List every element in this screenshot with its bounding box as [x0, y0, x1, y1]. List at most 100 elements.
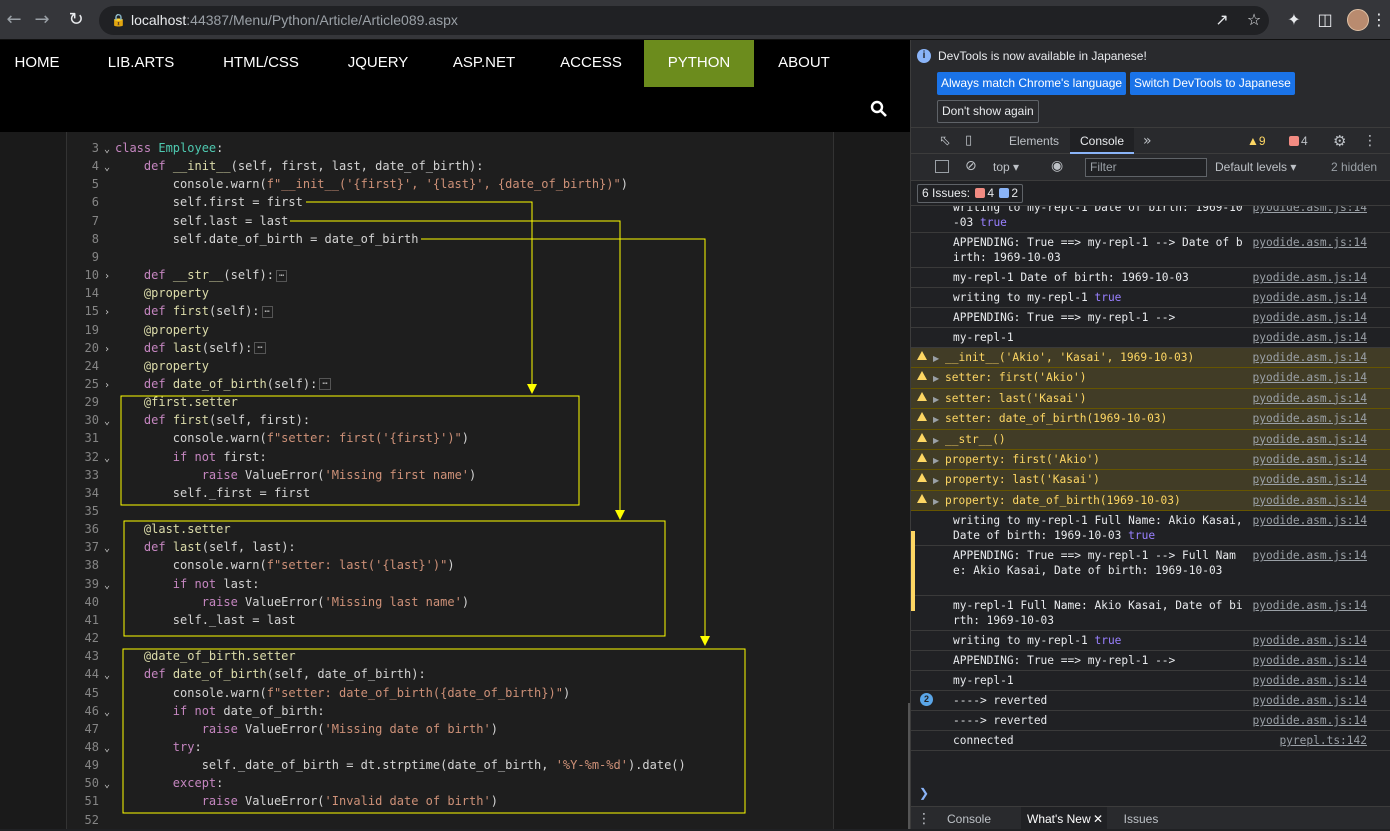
message-source-link[interactable]: pyodide.asm.js:14 — [1252, 270, 1367, 285]
forward-arrow-icon[interactable]: → — [30, 8, 54, 32]
address-bar[interactable]: 🔒 localhost:44387/Menu/Python/Article/Ar… — [99, 6, 1269, 35]
expand-triangle-icon[interactable]: ▶ — [933, 433, 939, 448]
message-source-link[interactable]: pyodide.asm.js:14 — [1252, 411, 1367, 426]
console-log[interactable]: writing to my-repl-1 true pyodide.asm.js:… — [911, 288, 1390, 308]
message-source-link[interactable]: pyodide.asm.js:14 — [1252, 673, 1367, 688]
expand-triangle-icon[interactable]: ▶ — [933, 392, 939, 407]
nav-access[interactable]: ACCESS — [552, 40, 630, 87]
nav-asp-net[interactable]: ASP.NET — [446, 40, 522, 87]
console-log[interactable]: writing to my-repl-1 Date of birth: 1969… — [911, 206, 1390, 233]
more-tabs-chevron-icon[interactable]: » — [1143, 128, 1157, 154]
switch-to-japanese-button[interactable]: Switch DevTools to Japanese — [1130, 72, 1295, 95]
search-icon[interactable] — [870, 100, 888, 118]
console-warning[interactable]: ▶ setter: date_of_birth(1969-10-03) pyodid… — [911, 409, 1390, 430]
console-log[interactable]: my-repl-1 pyodide.asm.js:14 — [911, 671, 1390, 692]
message-source-link[interactable]: pyrepl.ts:142 — [1279, 733, 1367, 748]
console-filter-input[interactable]: Filter — [1085, 158, 1207, 177]
message-source-link[interactable]: pyodide.asm.js:14 — [1252, 290, 1367, 305]
console-log[interactable]: writing to my-repl-1 true pyodide.asm.js:… — [911, 631, 1390, 652]
console-log[interactable]: my-repl-1 Full Name: Akio Kasai, Date of… — [911, 596, 1390, 632]
context-selector[interactable]: top ▾ — [993, 154, 1019, 181]
expand-triangle-icon[interactable]: ▶ — [933, 371, 939, 386]
console-log[interactable]: writing to my-repl-1 Full Name: Akio Kas… — [911, 511, 1390, 547]
issues-button[interactable]: 6 Issues: 4 2 — [917, 184, 1024, 203]
console-warning[interactable]: ▶ __str__() pyodide.asm.js:14 — [911, 429, 1390, 450]
console-log[interactable]: my-repl-1 Date of birth: 1969-10-03 pyodi… — [911, 268, 1390, 288]
tab-elements[interactable]: Elements — [1009, 128, 1059, 154]
console-messages[interactable]: writing to my-repl-1 Date of birth: 1969… — [911, 206, 1390, 806]
message-source-link[interactable]: pyodide.asm.js:14 — [1252, 452, 1367, 467]
expand-triangle-icon[interactable]: ▶ — [933, 473, 939, 488]
message-source-link[interactable]: pyodide.asm.js:14 — [1252, 310, 1367, 325]
console-log[interactable]: APPENDING: True ==> my-repl-1 --> Date o… — [911, 233, 1390, 268]
error-counter[interactable]: 4 — [1287, 128, 1323, 154]
reload-icon[interactable]: ↻ — [64, 8, 88, 32]
nav-lib-arts[interactable]: LIB.ARTS — [98, 40, 184, 87]
message-source-link[interactable]: pyodide.asm.js:14 — [1252, 235, 1367, 250]
message-source-link[interactable]: pyodide.asm.js:14 — [1252, 206, 1367, 215]
drawer-tab-issues[interactable]: Issues — [1116, 807, 1166, 830]
nav-html-css[interactable]: HTML/CSS — [212, 40, 310, 87]
devtools-menu-icon[interactable]: ⋮ — [1363, 128, 1377, 154]
expand-triangle-icon[interactable]: ▶ — [933, 412, 939, 427]
nav-about[interactable]: ABOUT — [768, 40, 840, 87]
console-warning[interactable]: ▶ property: first('Akio') pyodide.asm.js:1… — [911, 450, 1390, 471]
drawer-tab-console[interactable]: Console — [939, 807, 999, 830]
nav-home[interactable]: HOME — [0, 40, 74, 87]
message-source-link[interactable]: pyodide.asm.js:14 — [1252, 370, 1367, 385]
always-match-language-button[interactable]: Always match Chrome's language — [937, 72, 1127, 95]
device-toolbar-icon[interactable]: ▯ — [965, 128, 979, 154]
message-source-link[interactable]: pyodide.asm.js:14 — [1252, 432, 1367, 447]
console-log[interactable]: APPENDING: True ==> my-repl-1 --> pyodide… — [911, 651, 1390, 672]
message-source-link[interactable]: pyodide.asm.js:14 — [1252, 472, 1367, 487]
message-source-link[interactable]: pyodide.asm.js:14 — [1252, 330, 1367, 345]
settings-gear-icon[interactable]: ⚙ — [1333, 128, 1349, 154]
warning-counter[interactable]: ▲9 — [1247, 128, 1287, 154]
live-expression-eye-icon[interactable]: ◉ — [1051, 158, 1063, 174]
console-log[interactable]: 2 ----> reverted pyodide.asm.js:14 — [911, 691, 1390, 712]
console-log[interactable]: connected pyrepl.ts:142 — [911, 731, 1390, 752]
message-source-link[interactable]: pyodide.asm.js:14 — [1252, 653, 1367, 668]
log-levels-dropdown[interactable]: Default levels ▾ — [1215, 154, 1296, 181]
inspect-element-icon[interactable]: ⬁ — [939, 128, 955, 154]
sidebar-toggle-icon[interactable] — [935, 160, 949, 173]
message-source-link[interactable]: pyodide.asm.js:14 — [1252, 391, 1367, 406]
side-panel-icon[interactable]: ◫ — [1313, 8, 1337, 32]
nav-jquery[interactable]: JQUERY — [338, 40, 418, 87]
nav-python[interactable]: PYTHON — [644, 40, 754, 87]
console-warning[interactable]: ▶ property: date_of_birth(1969-10-03) pyod… — [911, 490, 1390, 512]
message-source-link[interactable]: pyodide.asm.js:14 — [1252, 598, 1367, 613]
expand-triangle-icon[interactable]: ▶ — [933, 453, 939, 468]
message-source-link[interactable]: pyodide.asm.js:14 — [1252, 633, 1367, 648]
drawer-menu-icon[interactable]: ⋮ — [917, 807, 931, 830]
share-icon[interactable]: ↗ — [1210, 8, 1234, 32]
expand-triangle-icon[interactable]: ▶ — [933, 351, 939, 366]
message-source-link[interactable]: pyodide.asm.js:14 — [1252, 493, 1367, 508]
message-source-link[interactable]: pyodide.asm.js:14 — [1252, 548, 1367, 563]
message-source-link[interactable]: pyodide.asm.js:14 — [1252, 513, 1367, 528]
console-log[interactable]: APPENDING: True ==> my-repl-1 --> pyodide… — [911, 308, 1390, 328]
message-source-link[interactable]: pyodide.asm.js:14 — [1252, 693, 1367, 708]
close-drawer-tab-icon[interactable]: ✕ — [1093, 807, 1107, 830]
console-log[interactable]: my-repl-1 pyodide.asm.js:14 — [911, 328, 1390, 348]
console-warning[interactable]: ▶ setter: last('Kasai') pyodide.asm.js:14 — [911, 388, 1390, 410]
expand-triangle-icon[interactable]: ▶ — [933, 494, 939, 509]
extensions-puzzle-icon[interactable]: ✦ — [1282, 8, 1306, 32]
console-warning[interactable]: ▶ property: last('Kasai') pyodide.asm.js:1… — [911, 470, 1390, 491]
clear-console-icon[interactable]: ⊘ — [965, 158, 977, 174]
tab-console[interactable]: Console — [1070, 128, 1134, 154]
profile-avatar[interactable] — [1347, 9, 1369, 31]
console-warning[interactable]: ▶ setter: first('Akio') pyodide.asm.js:14 — [911, 368, 1390, 389]
drawer-tab-whats-new[interactable]: What's New — [1021, 807, 1093, 830]
console-prompt-chevron-icon[interactable]: ❯ — [919, 786, 929, 800]
back-arrow-icon[interactable]: ← — [2, 8, 26, 32]
message-source-link[interactable]: pyodide.asm.js:14 — [1252, 350, 1367, 365]
console-warning[interactable]: ▶ __init__('Akio', 'Kasai', 1969-10-03) py… — [911, 348, 1390, 369]
bookmark-star-icon[interactable]: ☆ — [1242, 8, 1266, 32]
message-text: APPENDING: True ==> my-repl-1 --> Full N… — [953, 549, 1236, 578]
message-source-link[interactable]: pyodide.asm.js:14 — [1252, 713, 1367, 728]
console-log[interactable]: ----> reverted pyodide.asm.js:14 — [911, 711, 1390, 732]
dont-show-again-button[interactable]: Don't show again — [937, 100, 1039, 123]
menu-kebab-icon[interactable]: ⋮ — [1370, 8, 1388, 32]
console-log[interactable]: APPENDING: True ==> my-repl-1 --> Full N… — [911, 546, 1390, 597]
